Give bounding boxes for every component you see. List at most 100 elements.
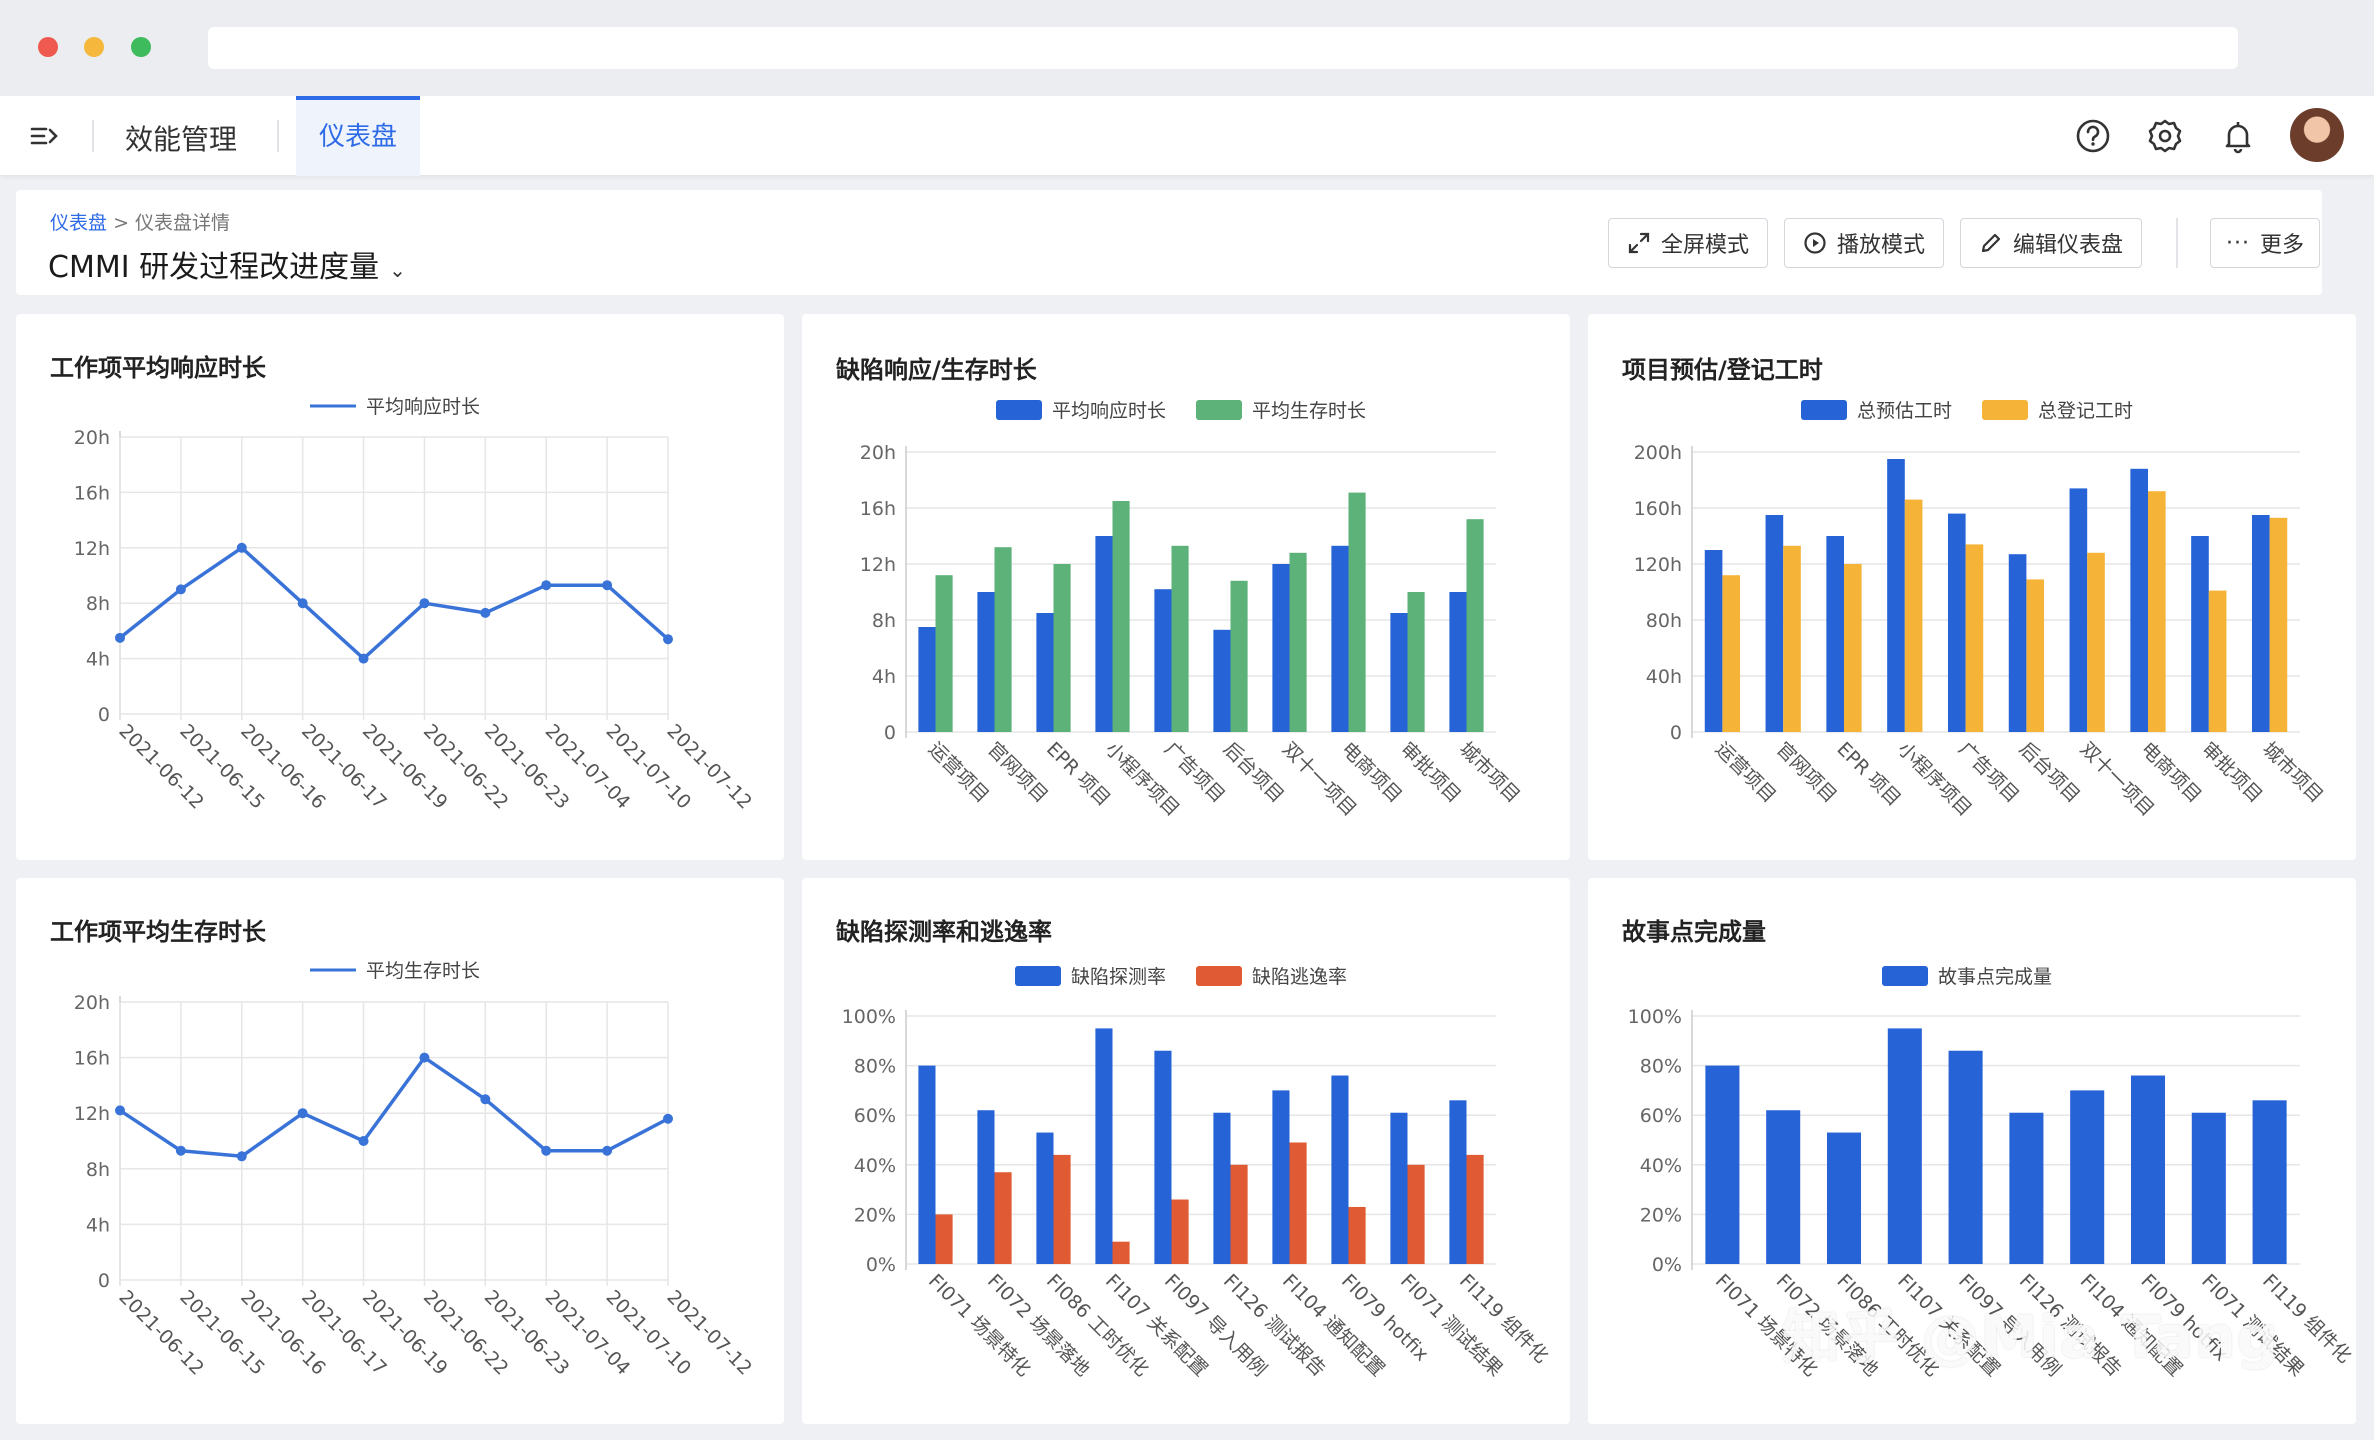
bar: [1230, 1164, 1248, 1264]
y-tick-label: 20%: [854, 1204, 896, 1226]
y-tick-label: 4h: [86, 649, 110, 671]
more-dots-icon: ···: [2226, 230, 2250, 256]
chevron-down-icon[interactable]: ⌄: [389, 258, 406, 282]
bar: [1154, 589, 1172, 732]
y-tick-label: 8h: [86, 1159, 110, 1181]
menu-toggle-icon[interactable]: [30, 122, 64, 150]
y-tick-label: 12h: [860, 554, 896, 576]
gear-icon[interactable]: [2145, 116, 2185, 156]
legend-swatch: [996, 400, 1042, 420]
bar: [1904, 499, 1923, 732]
maximize-window-button[interactable]: [131, 37, 151, 57]
bar: [2026, 579, 2045, 732]
bar: [1053, 564, 1071, 732]
y-tick-label: 0%: [866, 1254, 896, 1276]
bar: [1844, 564, 1862, 732]
bar: [1154, 1050, 1172, 1264]
breadcrumb-separator: >: [113, 212, 129, 234]
legend-label: 缺陷逃逸率: [1252, 966, 1347, 988]
x-tick-label: 官网项目: [983, 738, 1052, 807]
y-tick-label: 80%: [854, 1056, 896, 1078]
y-tick-label: 20%: [1640, 1204, 1682, 1226]
legend-label: 总预估工时: [1857, 400, 1952, 422]
legend-swatch: [1882, 966, 1928, 986]
y-tick-label: 80h: [1646, 610, 1682, 632]
x-tick-label: FI107 关系配置: [1101, 1270, 1212, 1381]
data-point: [419, 1052, 430, 1063]
bar: [1348, 492, 1366, 732]
y-tick-label: 12h: [74, 1103, 110, 1125]
x-tick-label: 审批项目: [1396, 738, 1465, 807]
y-tick-label: 0%: [1652, 1254, 1682, 1276]
bar: [1766, 1110, 1801, 1264]
x-tick-label: 城市项目: [2258, 738, 2327, 807]
bar: [2069, 488, 2088, 732]
bar: [2130, 468, 2148, 732]
minimize-window-button[interactable]: [84, 37, 104, 57]
fullscreen-label: 全屏模式: [1660, 233, 1749, 258]
nav-divider: [277, 120, 279, 152]
legend-label: 故事点完成量: [1938, 966, 2052, 988]
bar: [1289, 1142, 1307, 1264]
address-bar[interactable]: [208, 27, 2238, 69]
bar: [1171, 1199, 1189, 1264]
bar: [994, 1172, 1012, 1264]
bar: [1331, 545, 1349, 732]
y-tick-label: 4h: [86, 1214, 110, 1236]
more-button[interactable]: ··· 更多: [2210, 218, 2320, 268]
x-tick-label: FI071 测试结果: [1396, 1270, 1507, 1381]
y-tick-label: 20h: [860, 442, 896, 464]
bar-chart-defect-rates: 0%20%40%60%80%100%FI071 场景特化FI072 场景落地FI…: [842, 966, 1552, 1381]
bar: [2191, 536, 2209, 732]
data-point: [175, 1145, 186, 1156]
bar: [1826, 1132, 1862, 1264]
avatar[interactable]: [2290, 108, 2344, 162]
bar: [977, 592, 995, 732]
y-tick-label: 16h: [74, 482, 110, 504]
data-point: [358, 653, 369, 664]
more-label: 更多: [2259, 233, 2304, 258]
bar: [2252, 1100, 2287, 1264]
series-line: [119, 1055, 669, 1159]
x-tick-label: 城市项目: [1455, 738, 1524, 807]
bar: [1331, 1075, 1349, 1264]
play-mode-button[interactable]: 播放模式: [1784, 218, 1944, 268]
dashboard-header: 仪表盘 > 仪表盘详情 CMMI 研发过程改进度量 ⌄ 全屏模式 播放模式 编辑仪…: [16, 190, 2322, 295]
x-tick-label: 运营项目: [924, 738, 993, 807]
bar: [1965, 544, 1984, 732]
watermark: 知乎 @Mia Tang: [1782, 1303, 2280, 1371]
data-point: [236, 1151, 247, 1162]
data-point: [419, 598, 430, 609]
bar: [1449, 1100, 1467, 1264]
bell-icon[interactable]: [2218, 116, 2258, 156]
y-tick-label: 20h: [74, 427, 110, 449]
close-window-button[interactable]: [38, 37, 58, 57]
bar: [1390, 1112, 1408, 1264]
nav-divider: [92, 120, 94, 152]
y-tick-label: 40%: [1640, 1155, 1682, 1177]
data-point: [358, 1136, 369, 1146]
breadcrumb-root-link[interactable]: 仪表盘: [50, 212, 107, 234]
bar-chart-project-hours: 040h80h120h160h200h运营项目官网项目EPR 项目小程序项目广告…: [1634, 400, 2327, 821]
chart-card-avg-lifetime: 工作项平均生存时长 0 4h 8h 12h 16h 20h 2021-06-12 2021-0…: [16, 878, 784, 1424]
bar: [1112, 501, 1130, 732]
x-tick-label: FI072 场景落地: [983, 1270, 1094, 1381]
bar: [1036, 613, 1054, 732]
data-point: [663, 634, 673, 645]
toolbar-divider: [2176, 218, 2178, 268]
bar: [1230, 580, 1248, 732]
x-tick-label: EPR 项目: [1832, 738, 1905, 811]
bar: [2191, 1112, 2226, 1264]
y-tick-label: 0: [884, 722, 896, 744]
help-icon[interactable]: [2073, 116, 2113, 156]
bar: [1947, 513, 1966, 732]
edit-dashboard-button[interactable]: 编辑仪表盘: [1960, 218, 2142, 268]
y-tick-label: 16h: [74, 1048, 110, 1070]
tab-dashboard[interactable]: 仪表盘: [296, 96, 420, 176]
bar: [1272, 1090, 1290, 1264]
y-tick-label: 20h: [74, 992, 110, 1014]
page-title[interactable]: CMMI 研发过程改进度量 ⌄: [48, 242, 406, 286]
nav-app-title[interactable]: 效能管理: [125, 118, 237, 158]
bar: [1466, 1154, 1484, 1264]
fullscreen-button[interactable]: 全屏模式: [1608, 218, 1768, 268]
